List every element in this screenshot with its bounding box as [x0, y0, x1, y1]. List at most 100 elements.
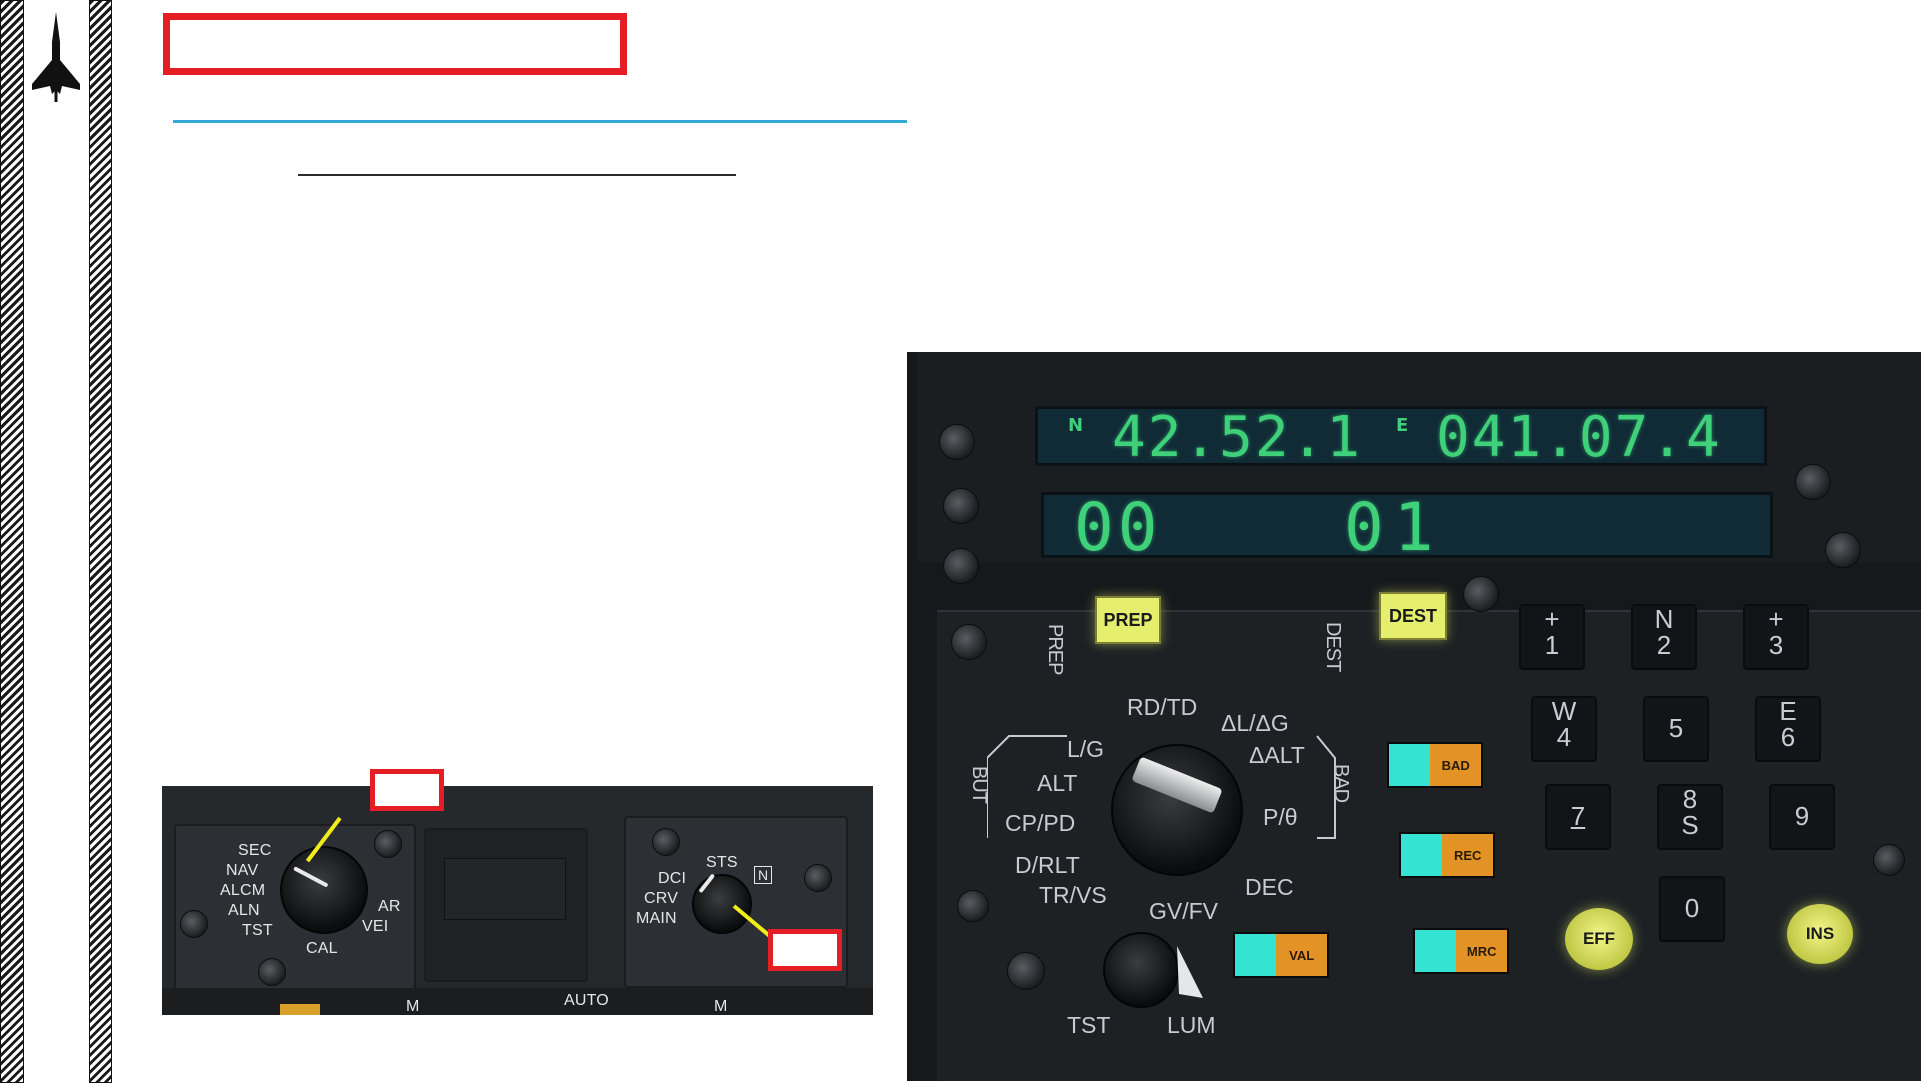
screw — [1463, 576, 1499, 612]
sidebar-hatch-right — [89, 0, 112, 1083]
mode-label-alcm: ALCM — [220, 882, 266, 899]
label-tst: TST — [1067, 1012, 1111, 1038]
key-5-label: 5 — [1668, 713, 1684, 743]
mode-label-cal: CAL — [306, 940, 338, 957]
selector-label-rdtd: RD/TD — [1127, 694, 1198, 720]
selector-label-dalt: ΔALT — [1249, 742, 1305, 768]
lon-hemisphere: E — [1396, 415, 1409, 436]
submode-knob-callout — [768, 929, 842, 971]
key-6-top: E — [1779, 696, 1797, 726]
bottom-strip — [162, 988, 873, 1015]
label-lum: LUM — [1167, 1012, 1216, 1038]
key-3[interactable]: +3 — [1743, 604, 1809, 670]
screw — [1795, 464, 1831, 500]
mode-label-nav: NAV — [226, 862, 259, 879]
amber-tab — [280, 1004, 320, 1015]
key-6-bottom: 6 — [1780, 722, 1796, 752]
label-m-right: M — [714, 998, 728, 1015]
sidebar-hatch-left — [0, 0, 24, 1083]
screw — [1007, 952, 1045, 990]
key-1[interactable]: +1 — [1519, 604, 1585, 670]
key-0-label: 0 — [1684, 893, 1700, 923]
prep-vertical-label: PREP — [1044, 624, 1066, 675]
selector-label-trvs: TR/VS — [1039, 882, 1107, 908]
selector-label-gvfv: GV/FV — [1149, 898, 1219, 924]
key-9-label: 9 — [1794, 801, 1810, 831]
display-right-value: 01 — [1344, 489, 1444, 566]
selector-label-ptheta: P/θ — [1263, 804, 1298, 830]
submode-label-dci: DCI — [658, 870, 687, 887]
mode-label-tst: TST — [242, 922, 273, 939]
brightness-wedge-icon — [1177, 946, 1203, 998]
key-5[interactable]: 5 — [1643, 696, 1709, 762]
key-3-bottom: 3 — [1768, 630, 1784, 660]
display-left-value: 00 — [1074, 489, 1162, 566]
title-callout-box — [163, 13, 627, 75]
key-9[interactable]: 9 — [1769, 784, 1835, 850]
dest-button[interactable]: DEST — [1379, 592, 1447, 640]
pcn-panel-photo: N 42.52.1 E 041.07.4 00 01 PREP DEST PRE… — [907, 352, 1921, 1081]
screw — [943, 548, 979, 584]
screw — [943, 488, 979, 524]
jet-logo-icon — [32, 12, 80, 102]
key-7[interactable]: 7 — [1545, 784, 1611, 850]
screw — [1873, 844, 1905, 876]
lamp-mrc-label: MRC — [1456, 930, 1507, 972]
submode-label-crv: CRV — [644, 890, 679, 907]
selector-label-lg: L/G — [1067, 736, 1105, 762]
selector-label-drlt: D/RLT — [1015, 852, 1080, 878]
screw — [804, 864, 832, 892]
lamp-val: VAL — [1233, 932, 1329, 978]
key-7-label: 7 — [1570, 801, 1586, 831]
ins-button[interactable]: INS — [1787, 904, 1853, 964]
key-4[interactable]: W4 — [1531, 696, 1597, 762]
key-2[interactable]: N2 — [1631, 604, 1697, 670]
data-selector-knob[interactable] — [1111, 744, 1243, 876]
key-3-top: + — [1768, 604, 1784, 634]
lat-value: 42.52.1 — [1112, 405, 1363, 470]
eff-button[interactable]: EFF — [1565, 908, 1633, 970]
key-1-top: + — [1544, 604, 1560, 634]
screw — [939, 424, 975, 460]
screw — [652, 828, 680, 856]
mode-label-ar: AR — [378, 898, 401, 915]
selector-label-cppd: CP/PD — [1005, 810, 1076, 836]
mode-label-sec: SEC — [238, 842, 272, 859]
key-2-top: N — [1654, 604, 1674, 634]
lamp-val-label: VAL — [1276, 934, 1327, 976]
subsection-underline — [298, 174, 736, 176]
key-8[interactable]: 8S — [1657, 784, 1723, 850]
screw — [374, 830, 402, 858]
selector-label-dec: DEC — [1245, 874, 1294, 900]
center-window — [444, 858, 566, 920]
selector-label-alt: ALT — [1037, 770, 1078, 796]
indicator-n-box: N — [754, 866, 773, 884]
pcn-display-bottom: 00 01 — [1041, 489, 1773, 566]
lamp-mrc: MRC — [1413, 928, 1509, 974]
screw — [258, 958, 286, 986]
label-m-left: M — [406, 998, 420, 1015]
key-4-top: W — [1551, 696, 1577, 726]
label-auto: AUTO — [564, 992, 609, 1009]
mode-selector-knob[interactable] — [280, 846, 368, 934]
key-2-bottom: 2 — [1656, 630, 1672, 660]
submode-selector-knob[interactable] — [692, 874, 752, 934]
key-0[interactable]: 0 — [1659, 876, 1725, 942]
screw — [1825, 532, 1861, 568]
brightness-knob[interactable] — [1103, 932, 1179, 1008]
lamp-bad: BAD — [1387, 742, 1483, 788]
section-divider-cyan — [173, 120, 907, 123]
selector-label-dl-dg: ΔL/ΔG — [1221, 710, 1289, 736]
submode-label-sts: STS — [706, 854, 738, 871]
lamp-rec: REC — [1399, 832, 1495, 878]
mode-label-aln: ALN — [228, 902, 260, 919]
screw — [957, 890, 989, 922]
lat-hemisphere: N — [1068, 415, 1084, 436]
key-8-bottom: S — [1681, 810, 1699, 840]
key-8-top: 8 — [1682, 784, 1698, 814]
mode-label-vei: VEI — [362, 918, 389, 935]
lamp-rec-label: REC — [1442, 834, 1493, 876]
key-1-bottom: 1 — [1544, 630, 1560, 660]
prep-button[interactable]: PREP — [1095, 596, 1161, 644]
key-6[interactable]: E6 — [1755, 696, 1821, 762]
